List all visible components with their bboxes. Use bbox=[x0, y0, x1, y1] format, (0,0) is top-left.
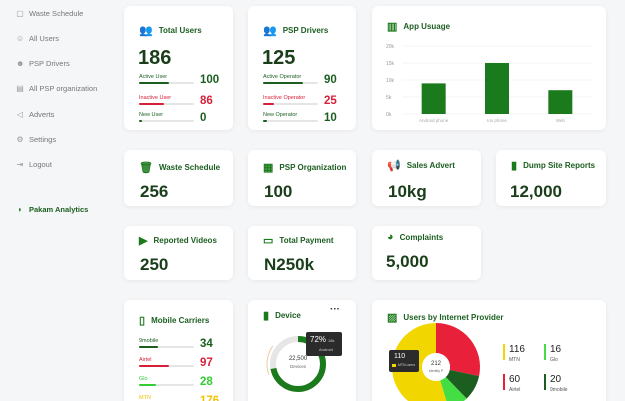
y-tick-label: 0k bbox=[386, 112, 392, 118]
active-operator-value: 90 bbox=[324, 74, 337, 86]
reported-videos-value: 250 bbox=[140, 255, 169, 274]
pie-center bbox=[422, 353, 450, 381]
provider-center-label: Identity P bbox=[428, 369, 444, 373]
carrier-value-mtn: 176 bbox=[200, 395, 220, 401]
gear-icon: ⚙ bbox=[16, 134, 24, 144]
sales-advert-card: 📢 Sales Advert 10kg bbox=[372, 150, 481, 206]
building-icon: ▤ bbox=[16, 83, 24, 93]
device-card: ▮ Device ··· 22,500 Devices 72% 18k Andro… bbox=[248, 300, 356, 401]
inactive-user-value: 86 bbox=[200, 95, 213, 107]
bar-ios-phone bbox=[485, 63, 509, 114]
logout-icon: ⇥ bbox=[16, 159, 24, 169]
inactive-operator-value: 25 bbox=[324, 95, 337, 107]
total-users-title: 👥 Total Users bbox=[139, 25, 202, 37]
megaphone-icon: 📢 bbox=[387, 160, 401, 172]
mobile-carriers-title: ▯ Mobile Carriers bbox=[139, 315, 210, 327]
phone-icon: ▯ bbox=[139, 315, 146, 327]
provider-tooltip-swatch bbox=[392, 364, 396, 367]
psp-drivers-value: 125 bbox=[262, 47, 296, 69]
psp-organization-value: 100 bbox=[264, 182, 293, 201]
carrier-value-airtel: 97 bbox=[200, 357, 213, 369]
analytics-icon: ◗ bbox=[17, 204, 23, 214]
users-icon: ☺ bbox=[16, 33, 25, 43]
carrier-value-9mobile: 34 bbox=[200, 338, 213, 350]
x-tick-label: Android phone bbox=[419, 118, 449, 123]
device-center-value: 22,500 bbox=[288, 356, 308, 362]
provider-tooltip: 110 MTN users bbox=[389, 350, 419, 372]
y-tick-label: 10k bbox=[386, 78, 395, 84]
reported-videos-card: ▶ Reported Videos 250 bbox=[124, 226, 233, 280]
psp-organization-title: ▦ PSP Organization bbox=[263, 162, 347, 174]
dump-site-card: ▮ Dump Site Reports 12,000 bbox=[496, 150, 606, 206]
sidebar-item-all-users[interactable]: ☺ All Users bbox=[16, 34, 59, 43]
psp-drivers-card: 👥 PSP Drivers 125 Active Operator 90 Inac… bbox=[248, 6, 356, 130]
sidebar: ▢ Waste Schedule ☺ All Users ☻ PSP Drivers … bbox=[0, 0, 108, 401]
complaints-value: 5,000 bbox=[386, 252, 429, 271]
legend-glo: 16 Glo bbox=[544, 344, 561, 363]
y-tick-label: 20k bbox=[386, 44, 395, 50]
waste-schedule-card: 🗑 Waste Schedule 256 bbox=[124, 150, 233, 206]
bar-android-phone bbox=[421, 83, 446, 114]
total-payment-card: ▭ Total Payment N250k bbox=[248, 226, 356, 280]
sidebar-item-waste-schedule[interactable]: ▢ Waste Schedule bbox=[16, 9, 83, 18]
provider-tooltip-label: MTN users bbox=[398, 363, 416, 367]
legend-9mobile: 20 9mobile bbox=[544, 374, 568, 393]
trash-icon: 🗑 bbox=[139, 162, 153, 174]
psp-organization-card: ▦ PSP Organization 100 bbox=[248, 150, 356, 206]
device-center-label: Devices bbox=[289, 364, 306, 369]
waste-schedule-title: 🗑 Waste Schedule bbox=[139, 162, 221, 174]
device-tooltip: 72% 18k Android bbox=[306, 332, 342, 356]
legend-mtn: 116 MTN bbox=[503, 344, 525, 363]
sidebar-item-pakam-analytics[interactable]: ◗ Pakam Analytics bbox=[16, 204, 89, 214]
sidebar-item-logout[interactable]: ⇥ Logout bbox=[16, 160, 52, 169]
sidebar-item-adverts[interactable]: ◁ Adverts bbox=[16, 109, 55, 119]
drivers-icon: ☻ bbox=[16, 58, 25, 68]
psp-drivers-title: 👥 PSP Drivers bbox=[263, 25, 329, 37]
building-icon: ▦ bbox=[263, 162, 274, 174]
x-tick-label: Ios phone bbox=[487, 118, 507, 123]
y-tick-label: 15k bbox=[386, 61, 395, 67]
sidebar-item-psp-drivers[interactable]: ☻ PSP Drivers bbox=[16, 59, 70, 68]
payment-icon: ▭ bbox=[263, 235, 274, 247]
drivers-icon: 👥 bbox=[263, 25, 277, 37]
legend-airtel: 60 Airtel bbox=[503, 374, 520, 393]
device-tooltip-sub: 18k bbox=[328, 338, 335, 343]
report-icon: ▮ bbox=[511, 160, 518, 172]
app-usage-chart: 20k 15k 10k 5k 0k Android phone Ios phone Web bbox=[386, 44, 592, 123]
x-tick-label: Web bbox=[556, 118, 566, 123]
calendar-icon: ▢ bbox=[16, 8, 24, 18]
device-tooltip-label: Android bbox=[319, 347, 333, 352]
provider-tooltip-value: 110 bbox=[394, 353, 406, 360]
waste-schedule-value: 256 bbox=[140, 182, 169, 201]
sales-advert-value: 10kg bbox=[388, 182, 427, 201]
active-user-value: 100 bbox=[200, 74, 220, 86]
app-usage-card: ▥ App Usuage 20k 15k 10k 5k 0k Android phone Io… bbox=[372, 6, 606, 130]
mobile-carriers-card: ▯ Mobile Carriers 9mobile 34 Airtel 97 Gl… bbox=[124, 300, 233, 401]
dump-site-title: ▮ Dump Site Reports bbox=[511, 160, 596, 172]
carrier-value-glo: 28 bbox=[200, 376, 213, 388]
total-payment-title: ▭ Total Payment bbox=[263, 235, 334, 247]
y-tick-label: 5k bbox=[386, 95, 392, 101]
complaints-title: ◕ Complaints bbox=[387, 231, 444, 243]
device-tooltip-value: 72% bbox=[310, 335, 327, 344]
total-users-card: 👥 Total Users 186 Active User 100 Inactiv… bbox=[124, 6, 233, 130]
sidebar-item-psp-organization[interactable]: ▤ All PSP organization bbox=[16, 84, 97, 93]
bar-web bbox=[548, 90, 573, 114]
new-user-value: 0 bbox=[200, 112, 207, 124]
megaphone-icon: ◁ bbox=[16, 109, 24, 119]
reported-videos-title: ▶ Reported Videos bbox=[139, 235, 217, 247]
internet-provider-card: ▨ Users by Internet Provider 212 Identity… bbox=[372, 300, 606, 401]
video-icon: ▶ bbox=[139, 235, 148, 247]
users-icon: 👥 bbox=[139, 25, 153, 37]
provider-center-value: 212 bbox=[430, 361, 441, 367]
dump-site-value: 12,000 bbox=[510, 182, 562, 201]
new-operator-value: 10 bbox=[324, 112, 337, 124]
complaints-card: ◕ Complaints 5,000 bbox=[372, 226, 481, 280]
pie-chart-icon: ◕ bbox=[387, 231, 394, 243]
sales-advert-title: 📢 Sales Advert bbox=[387, 160, 455, 172]
sidebar-item-settings[interactable]: ⚙ Settings bbox=[16, 135, 56, 144]
total-payment-value: N250k bbox=[264, 255, 315, 274]
total-users-value: 186 bbox=[138, 47, 172, 69]
